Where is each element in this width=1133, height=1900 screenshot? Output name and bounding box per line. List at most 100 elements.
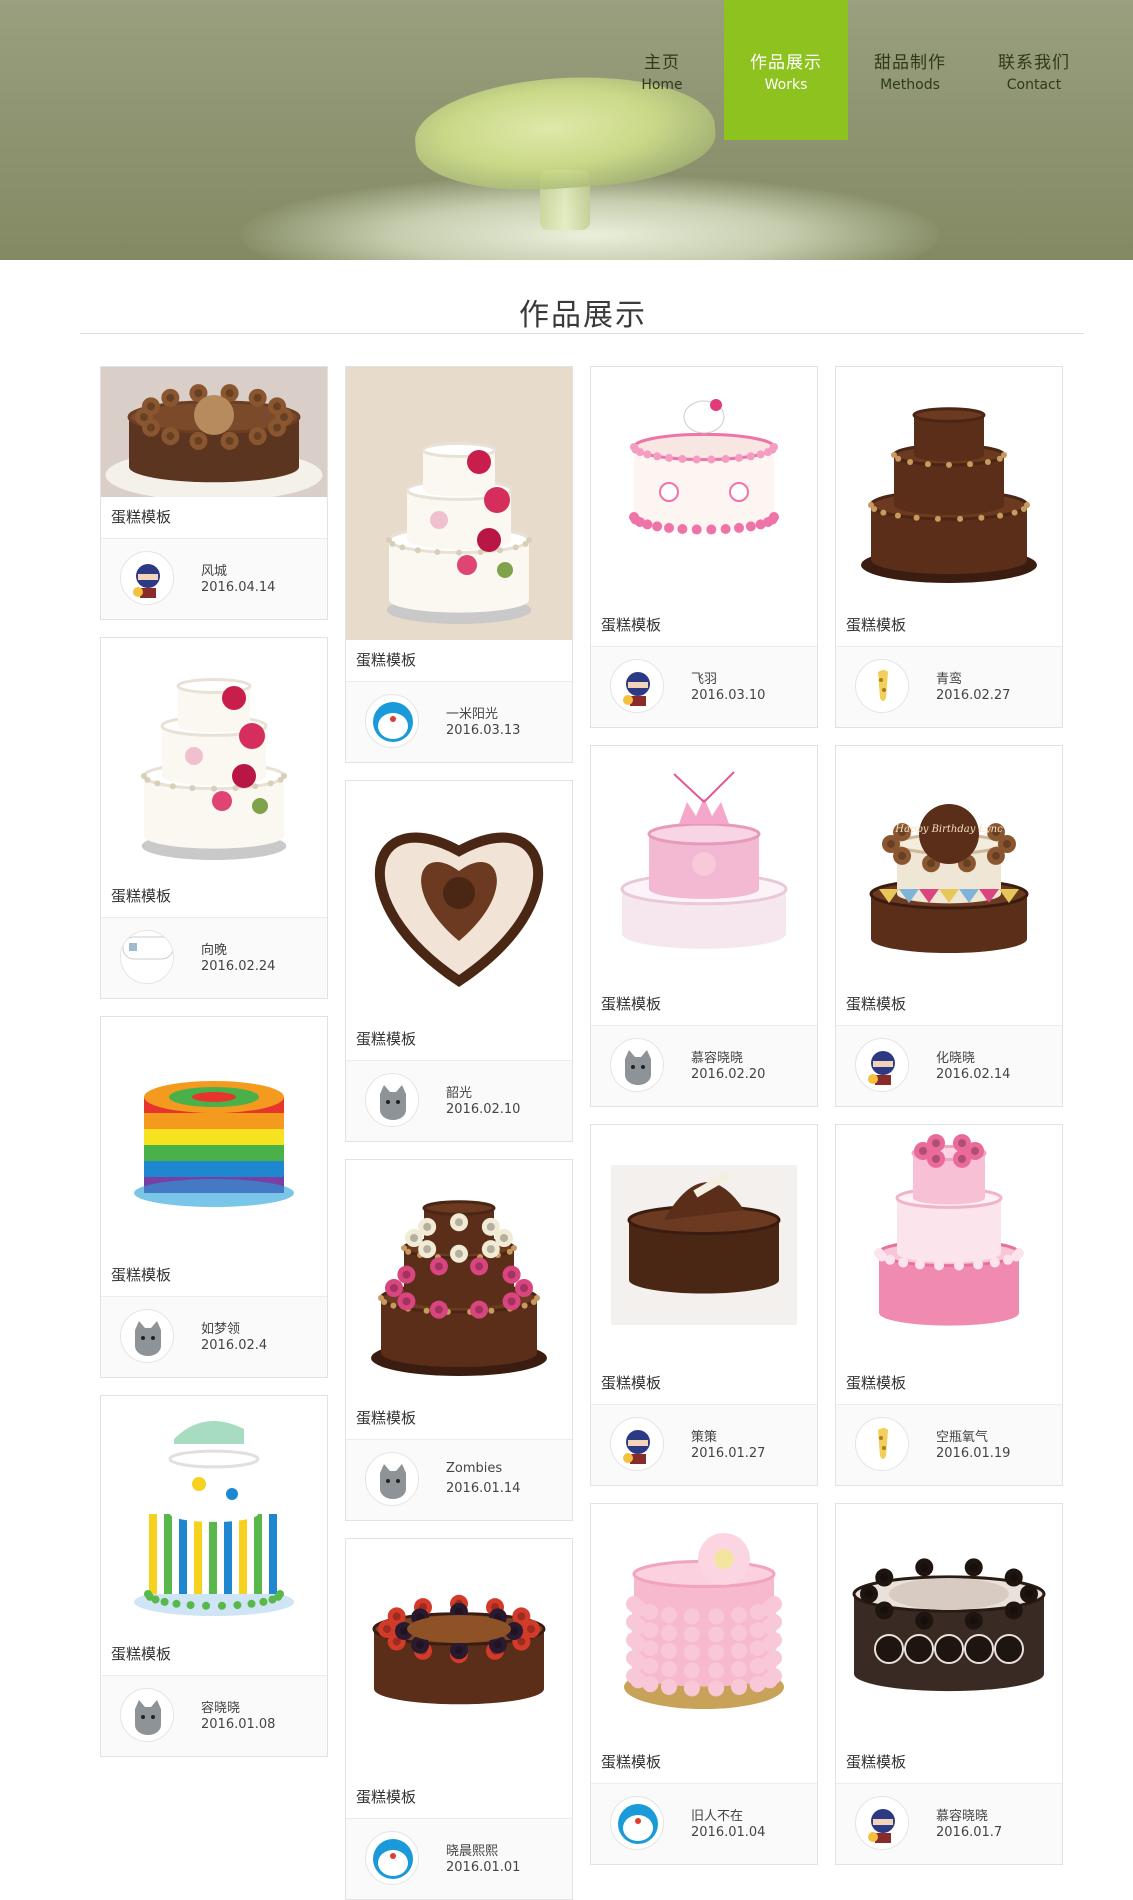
author-name[interactable]: 飞羽	[691, 668, 717, 687]
work-card[interactable]: 蛋糕模板 慕容晓晓 2016.01.7	[835, 1503, 1063, 1865]
author-name[interactable]: 容晓晓	[201, 1697, 240, 1716]
author-name[interactable]: 晓晨熙熙	[446, 1840, 498, 1859]
card-title[interactable]: 蛋糕模板	[346, 640, 572, 682]
author-name[interactable]: 化晓晓	[936, 1047, 975, 1066]
avatar[interactable]	[610, 659, 664, 713]
card-meta: 慕容晓晓 2016.01.7	[836, 1784, 1062, 1864]
cake-text: Happy Birthday Lync	[894, 824, 1003, 835]
post-date: 2016.01.04	[691, 1825, 766, 1840]
nav-label-en: Contact	[1006, 76, 1062, 93]
work-card[interactable]: 蛋糕模板 飞羽 2016.03.10	[590, 366, 818, 728]
chocolate-tier-cake-image	[836, 367, 1062, 605]
work-card[interactable]: Happy Birthday Lync 蛋糕模板 化晓晓 2016.02.14	[835, 745, 1063, 1107]
card-meta: 青鸾 2016.02.27	[836, 647, 1062, 727]
card-title[interactable]: 蛋糕模板	[346, 1777, 572, 1819]
work-card[interactable]: 蛋糕模板 晓晨熙熙 2016.01.01	[345, 1538, 573, 1900]
cake-image[interactable]	[591, 1125, 817, 1363]
avatar[interactable]	[855, 1038, 909, 1092]
birthday-tier-cake-image: Happy Birthday Lync	[836, 746, 1062, 984]
work-card[interactable]: 蛋糕模板 空瓶氧气 2016.01.19	[835, 1124, 1063, 1486]
avatar[interactable]	[855, 1796, 909, 1850]
avatar[interactable]	[610, 1796, 664, 1850]
nav-label-en: Home	[641, 76, 683, 93]
ninja-avatar-image	[612, 661, 663, 712]
card-title[interactable]: 蛋糕模板	[101, 1634, 327, 1676]
nav-item-works[interactable]: 作品展示 Works	[724, 0, 848, 140]
work-card[interactable]: 蛋糕模板 风城 2016.04.14	[100, 366, 328, 620]
nav-item-home[interactable]: 主页 Home	[600, 0, 724, 140]
cake-image[interactable]	[346, 367, 572, 640]
nav-label-en: Methods	[880, 76, 940, 93]
avatar[interactable]	[365, 1073, 419, 1127]
work-card[interactable]: 蛋糕模板 一米阳光 2016.03.13	[345, 366, 573, 763]
cake-image[interactable]	[101, 1017, 327, 1255]
nav-label-zh: 主页	[644, 52, 680, 73]
author-name[interactable]: 向晚	[201, 939, 227, 958]
work-card[interactable]: 蛋糕模板 如梦领 2016.02.4	[100, 1016, 328, 1378]
card-title[interactable]: 蛋糕模板	[346, 1019, 572, 1061]
avatar[interactable]	[120, 1309, 174, 1363]
work-card[interactable]: 蛋糕模板 慕容晓晓 2016.02.20	[590, 745, 818, 1107]
work-card[interactable]: 蛋糕模板 韶光 2016.02.10	[345, 780, 573, 1142]
avatar[interactable]	[855, 1417, 909, 1471]
cake-image[interactable]	[346, 1160, 572, 1398]
cake-image[interactable]	[836, 367, 1062, 605]
author-name[interactable]: 旧人不在	[691, 1805, 743, 1824]
nav-label-zh: 联系我们	[998, 52, 1070, 73]
work-card[interactable]: 蛋糕模板 向晚 2016.02.24	[100, 637, 328, 999]
card-title[interactable]: 蛋糕模板	[591, 1363, 817, 1405]
avatar[interactable]	[365, 1831, 419, 1885]
card-title[interactable]: 蛋糕模板	[101, 1255, 327, 1297]
cake-image[interactable]	[101, 1396, 327, 1634]
author-name[interactable]: 韶光	[446, 1082, 472, 1101]
work-card[interactable]: 蛋糕模板 旧人不在 2016.01.04	[590, 1503, 818, 1865]
avatar[interactable]	[120, 1688, 174, 1742]
avatar[interactable]	[365, 1452, 419, 1506]
card-title[interactable]: 蛋糕模板	[101, 876, 327, 918]
card-title[interactable]: 蛋糕模板	[836, 984, 1062, 1026]
cake-image[interactable]: Happy Birthday Lync	[836, 746, 1062, 984]
avatar[interactable]	[365, 694, 419, 748]
cake-image[interactable]	[591, 367, 817, 605]
cake-image[interactable]	[836, 1504, 1062, 1742]
avatar[interactable]	[855, 659, 909, 713]
card-title[interactable]: 蛋糕模板	[836, 605, 1062, 647]
author-name[interactable]: 慕容晓晓	[936, 1805, 988, 1824]
author-name[interactable]: 一米阳光	[446, 703, 498, 722]
card-title[interactable]: 蛋糕模板	[591, 1742, 817, 1784]
author-name[interactable]: 如梦领	[201, 1318, 240, 1337]
card-title[interactable]: 蛋糕模板	[836, 1363, 1062, 1405]
author-name[interactable]: 空瓶氧气	[936, 1426, 988, 1445]
pink-floral-tier-cake-image	[836, 1125, 1062, 1363]
author-name[interactable]: 策策	[691, 1426, 717, 1445]
cake-image[interactable]	[591, 746, 817, 984]
cake-image[interactable]	[346, 781, 572, 1019]
hero-cream	[240, 175, 940, 260]
work-card[interactable]: 蛋糕模板 容晓晓 2016.01.08	[100, 1395, 328, 1757]
author-name[interactable]: 青鸾	[936, 668, 962, 687]
cake-image[interactable]	[836, 1125, 1062, 1363]
avatar[interactable]	[610, 1038, 664, 1092]
cat-avatar-image	[612, 1040, 663, 1091]
work-card[interactable]: 蛋糕模板 青鸾 2016.02.27	[835, 366, 1063, 728]
author-name[interactable]: Zombies	[446, 1461, 502, 1476]
avatar[interactable]	[610, 1417, 664, 1471]
post-date: 2016.01.27	[691, 1446, 766, 1461]
card-title[interactable]: 蛋糕模板	[836, 1742, 1062, 1784]
cake-image[interactable]	[346, 1539, 572, 1777]
nav-item-methods[interactable]: 甜品制作 Methods	[848, 0, 972, 140]
card-title[interactable]: 蛋糕模板	[591, 605, 817, 647]
author-name[interactable]: 风城	[201, 560, 227, 579]
avatar[interactable]	[120, 930, 174, 984]
card-title[interactable]: 蛋糕模板	[591, 984, 817, 1026]
nav-item-contact[interactable]: 联系我们 Contact	[972, 0, 1096, 140]
work-card[interactable]: 蛋糕模板 Zombies 2016.01.14	[345, 1159, 573, 1521]
author-name[interactable]: 慕容晓晓	[691, 1047, 743, 1066]
avatar[interactable]	[120, 551, 174, 605]
work-card[interactable]: 蛋糕模板 策策 2016.01.27	[590, 1124, 818, 1486]
card-title[interactable]: 蛋糕模板	[346, 1398, 572, 1440]
cake-image[interactable]	[101, 367, 327, 497]
card-title[interactable]: 蛋糕模板	[101, 497, 327, 539]
cake-image[interactable]	[101, 638, 327, 876]
cake-image[interactable]	[591, 1504, 817, 1742]
